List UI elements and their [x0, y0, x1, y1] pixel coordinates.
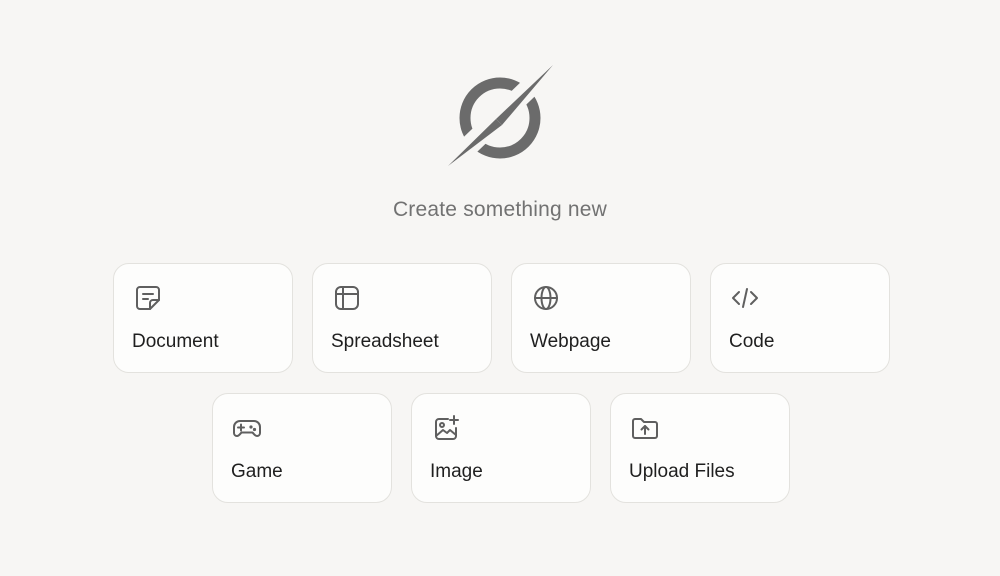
create-spreadsheet-card[interactable]: Spreadsheet — [312, 263, 492, 373]
app-logo-icon — [440, 57, 560, 174]
image-sparkle-icon — [431, 413, 461, 443]
create-code-card[interactable]: Code — [710, 263, 890, 373]
card-label-spreadsheet: Spreadsheet — [331, 331, 439, 352]
create-document-card[interactable]: Document — [113, 263, 293, 373]
folder-upload-icon — [630, 413, 660, 443]
document-icon — [133, 283, 163, 313]
card-label-webpage: Webpage — [530, 331, 611, 352]
card-label-code: Code — [729, 331, 775, 352]
card-label-document: Document — [132, 331, 219, 352]
code-icon — [730, 283, 760, 313]
page-subtitle: Create something new — [392, 198, 608, 221]
spreadsheet-icon — [332, 283, 362, 313]
globe-icon — [531, 283, 561, 313]
card-label-upload-files: Upload Files — [629, 461, 735, 482]
card-label-game: Game — [231, 461, 283, 482]
card-label-image: Image — [430, 461, 483, 482]
upload-files-card[interactable]: Upload Files — [610, 393, 790, 503]
create-game-card[interactable]: Game — [212, 393, 392, 503]
create-webpage-card[interactable]: Webpage — [511, 263, 691, 373]
gamepad-icon — [232, 413, 262, 443]
create-image-card[interactable]: Image — [411, 393, 591, 503]
